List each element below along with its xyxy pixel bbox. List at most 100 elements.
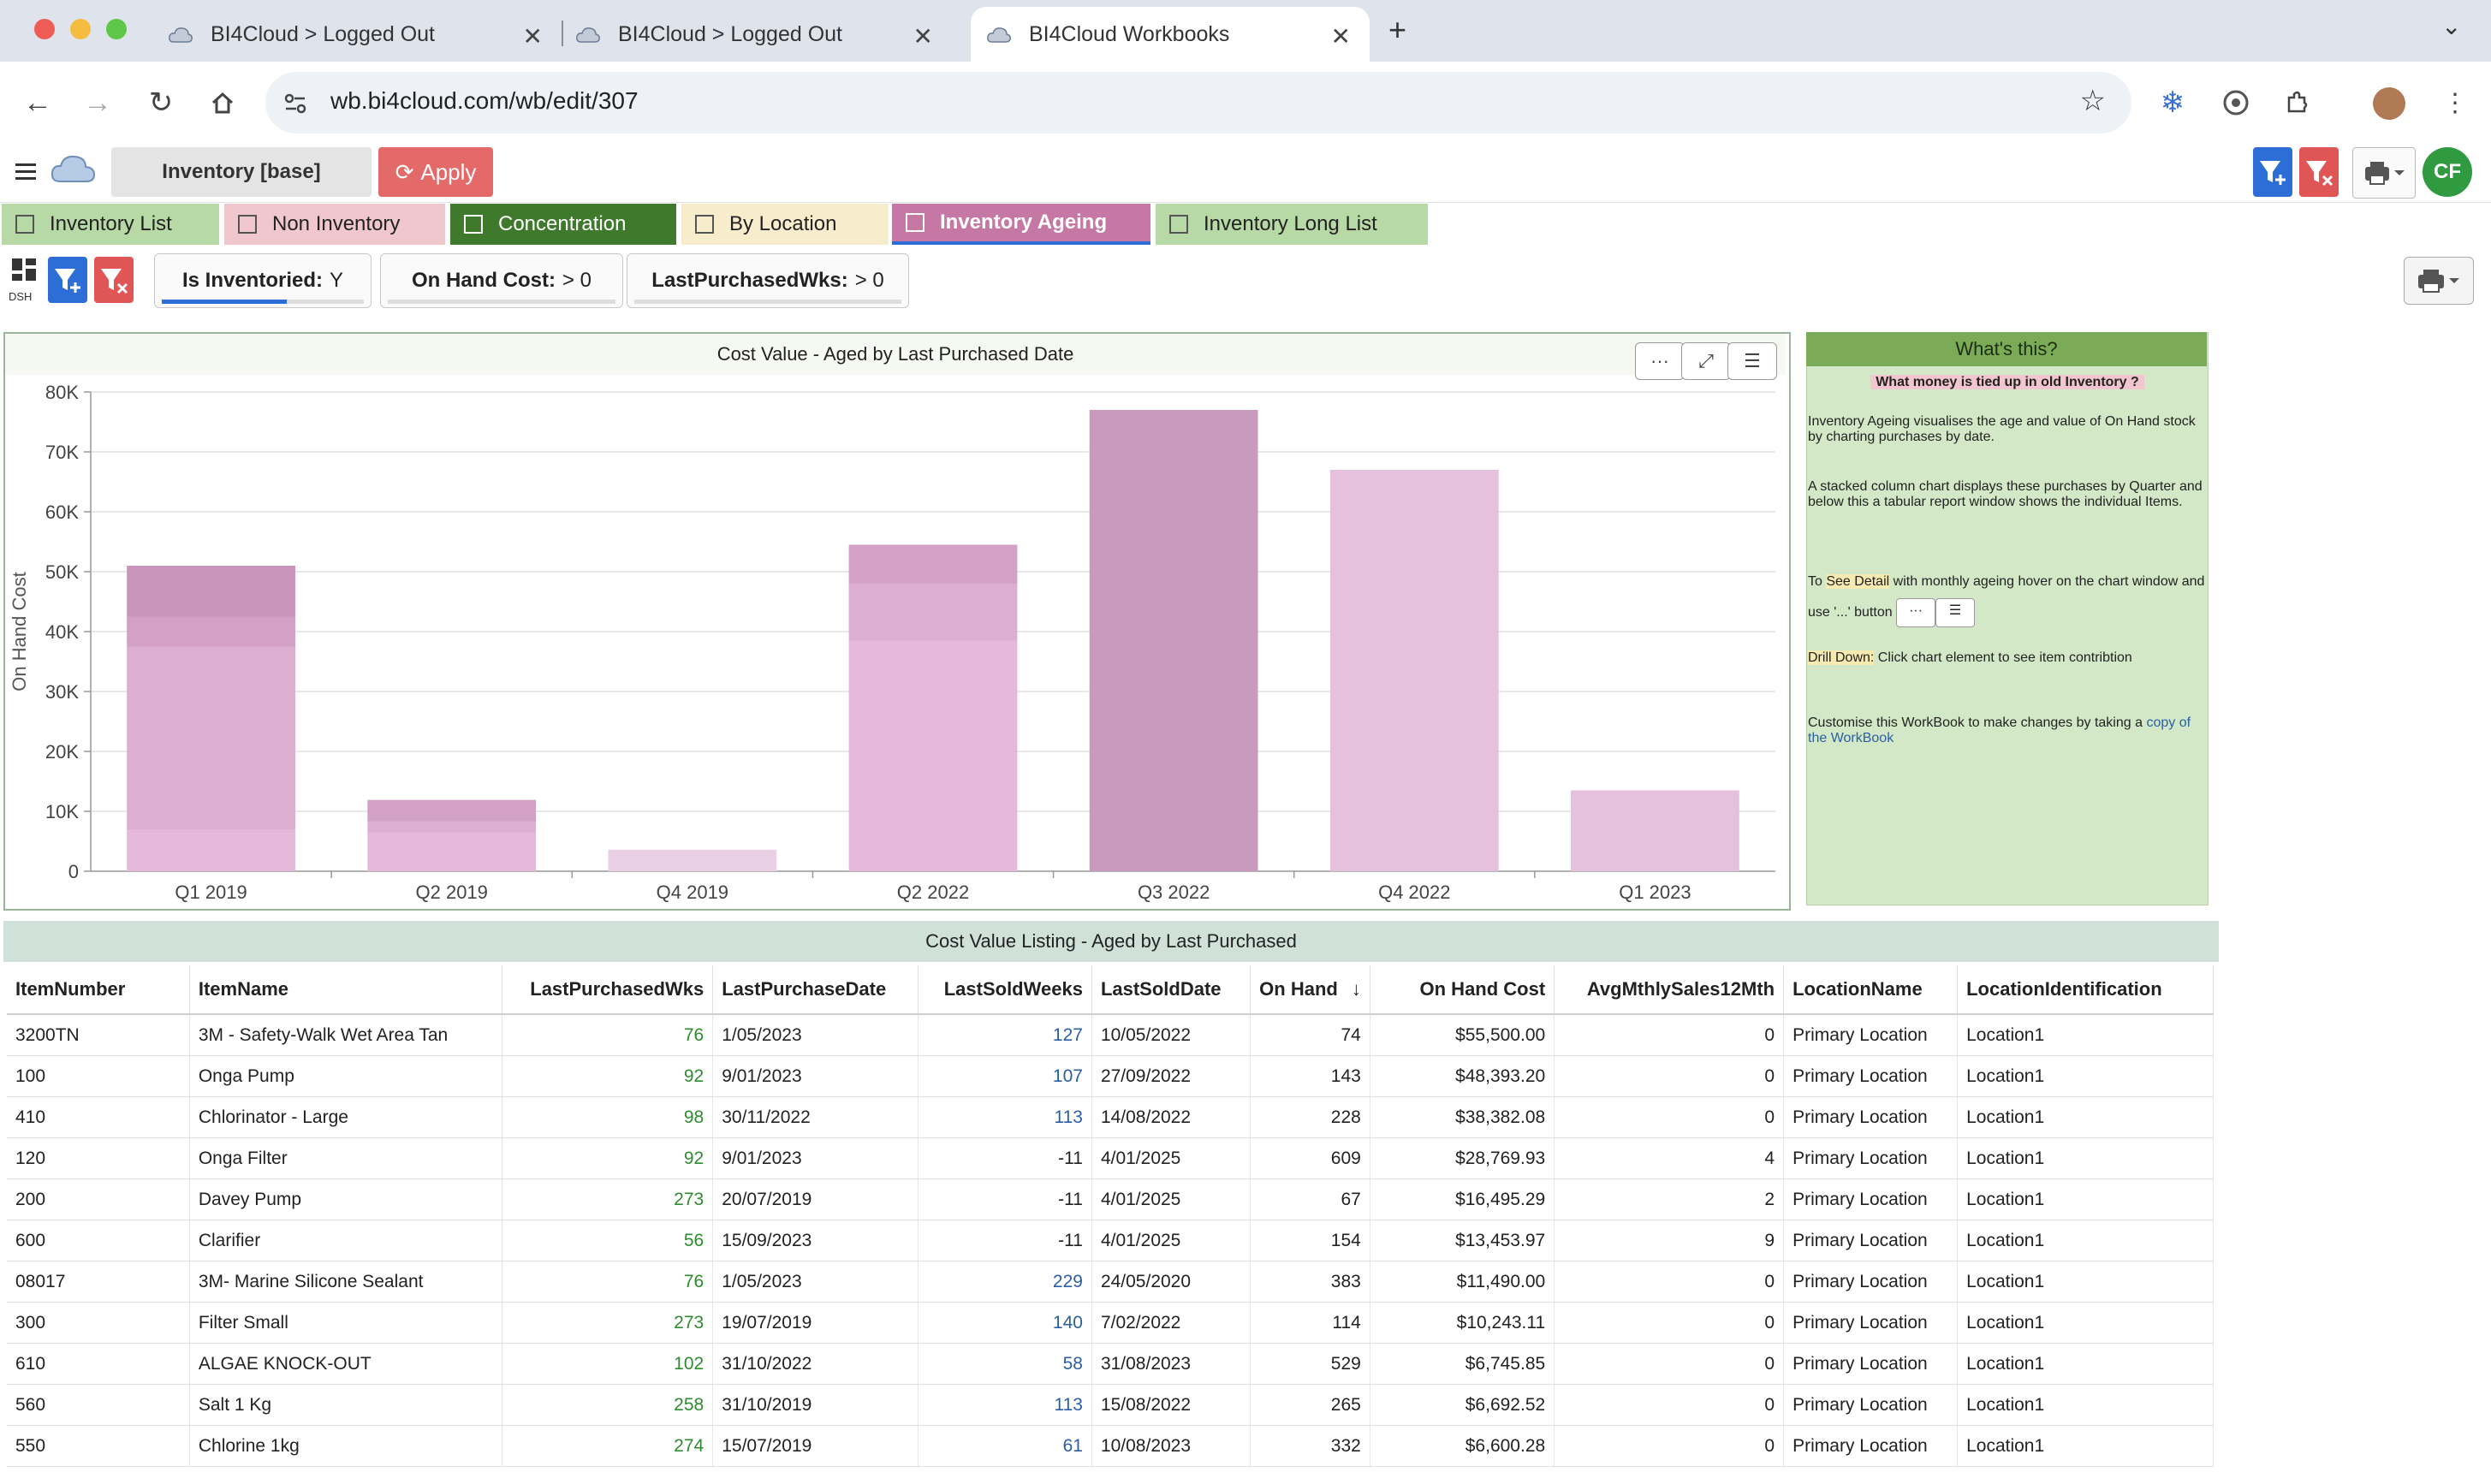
col-header[interactable]: LastSoldWeeks	[918, 965, 1092, 1015]
bookmark-star-icon[interactable]: ☆	[2080, 84, 2106, 118]
filter-last-purchased-wks[interactable]: LastPurchasedWks: > 0	[627, 253, 909, 308]
table-cell: 0	[1554, 1261, 1785, 1303]
table-cell: 560	[7, 1384, 190, 1426]
chart-bar-segment[interactable]	[127, 646, 295, 830]
chart-bar-segment[interactable]	[367, 799, 537, 822]
chart-bar-segment[interactable]	[1571, 790, 1739, 872]
clear-filter-button-2[interactable]	[94, 257, 134, 303]
table-row[interactable]: 600 Clarifier 56 15/09/2023 -11 4/01/2025 154 $…	[7, 1220, 2214, 1261]
table-row[interactable]: 410 Chlorinator - Large 98 30/11/2022 113 14/…	[7, 1096, 2214, 1138]
user-avatar[interactable]: CF	[2423, 147, 2472, 197]
chart-bar-segment[interactable]	[848, 640, 1018, 872]
profile-avatar[interactable]	[2373, 87, 2405, 120]
col-header[interactable]: LastPurchaseDate	[712, 965, 919, 1015]
add-filter-button[interactable]	[2253, 147, 2292, 197]
table-row[interactable]: 120 Onga Filter 92 9/01/2023 -11 4/01/2025 609…	[7, 1137, 2214, 1179]
close-tab-icon[interactable]: ✕	[913, 22, 933, 50]
site-settings-icon[interactable]	[282, 91, 308, 116]
col-header[interactable]: LastSoldDate	[1091, 965, 1251, 1015]
table-cell: Onga Pump	[189, 1055, 503, 1097]
table-cell: Primary Location	[1783, 1137, 1959, 1179]
browser-tab-active[interactable]: BI4Cloud Workbooks ✕	[971, 7, 1370, 62]
tab-non-inventory[interactable]: Non Inventory	[224, 204, 445, 245]
table-row[interactable]: 100 Onga Pump 92 9/01/2023 107 27/09/2022 143 $…	[7, 1055, 2214, 1097]
chart-bar-segment[interactable]	[1329, 470, 1499, 871]
workbook-name[interactable]: Inventory [base]	[111, 147, 372, 197]
close-window-icon[interactable]	[34, 19, 55, 39]
dashboard-icon	[464, 215, 483, 234]
tab-by-location[interactable]: By Location	[681, 204, 889, 245]
table-row[interactable]: 560 Salt 1 Kg 258 31/10/2019 113 15/08/2022 26…	[7, 1384, 2214, 1426]
browser-tab[interactable]: BI4Cloud > Logged Out ✕	[168, 7, 562, 62]
filter-is-inventoried[interactable]: Is Inventoried: Y	[154, 253, 372, 308]
col-header[interactable]: ItemName	[189, 965, 503, 1015]
browser-tab[interactable]: BI4Cloud > Logged Out ✕	[575, 7, 952, 62]
back-arrow-icon[interactable]: ←	[14, 79, 62, 127]
home-icon[interactable]	[199, 79, 247, 127]
table-cell: $6,745.85	[1370, 1343, 1555, 1385]
col-header[interactable]: ItemNumber	[7, 965, 190, 1015]
table-row[interactable]: 610 ALGAE KNOCK-OUT 102 31/10/2022 58 31/08/2…	[7, 1343, 2214, 1385]
tab-concentration[interactable]: Concentration	[450, 204, 676, 245]
table-row[interactable]: 550 Chlorine 1kg 274 15/07/2019 61 10/08/2023…	[7, 1425, 2214, 1467]
col-header[interactable]: On Hand ↓	[1250, 965, 1370, 1015]
bi4cloud-logo[interactable]	[50, 151, 98, 187]
y-tick-label: 10K	[45, 801, 79, 822]
chart-bar-segment[interactable]	[367, 821, 537, 833]
dashboard-button[interactable]: DSH	[9, 255, 39, 308]
reload-icon[interactable]: ↻	[137, 79, 185, 127]
minimize-window-icon[interactable]	[70, 19, 91, 39]
location-chart-icon	[695, 215, 714, 234]
inventory-ageing-chart[interactable]: 0 10K 20K 30K 40K 50K 60K 70K 80K On Hand Cost Q1 …	[5, 375, 1786, 905]
chart-bar-segment[interactable]	[127, 616, 295, 647]
forward-arrow-icon[interactable]: →	[74, 79, 122, 127]
apply-label: Apply	[420, 158, 477, 185]
chart-bar-segment[interactable]	[127, 829, 295, 871]
close-tab-icon[interactable]: ✕	[523, 22, 543, 50]
filter-on-hand-cost[interactable]: On Hand Cost: > 0	[380, 253, 623, 308]
clear-filter-button[interactable]	[2299, 147, 2339, 197]
extension-shield-icon[interactable]	[2212, 79, 2260, 127]
table-row[interactable]: 300 Filter Small 273 19/07/2019 140 7/02/2022…	[7, 1302, 2214, 1344]
table-row[interactable]: 08017 3M- Marine Silicone Sealant 76 1/05/2…	[7, 1261, 2214, 1303]
tab-inventory-long-list[interactable]: Inventory Long List	[1156, 204, 1428, 245]
table-row[interactable]: 3200TN 3M - Safety-Walk Wet Area Tan 76 1/0…	[7, 1014, 2214, 1056]
table-row[interactable]: 200 Davey Pump 273 20/07/2019 -11 4/01/2025 67…	[7, 1178, 2214, 1220]
close-tab-icon[interactable]: ✕	[1331, 22, 1351, 50]
tab-inventory-ageing[interactable]: Inventory Ageing	[892, 204, 1150, 245]
chart-bar-segment[interactable]	[848, 544, 1018, 585]
table-cell: 114	[1250, 1302, 1370, 1344]
col-header[interactable]: LocationName	[1783, 965, 1959, 1015]
address-bar[interactable]: wb.bi4cloud.com/wb/edit/307 ☆	[265, 72, 2131, 134]
tab-inventory-list[interactable]: Inventory List	[2, 204, 219, 245]
tab-search-chevron-icon[interactable]: ⌄	[2441, 12, 2461, 40]
col-header[interactable]: On Hand Cost	[1370, 965, 1555, 1015]
chart-bar-segment[interactable]	[848, 584, 1018, 641]
table-cell: 3200TN	[7, 1014, 190, 1056]
extension-snowflake-icon[interactable]: ❄	[2149, 79, 2197, 127]
col-header[interactable]: AvgMthlySales12Mth	[1554, 965, 1785, 1015]
chart-bar-segment[interactable]	[367, 832, 537, 872]
print-menu-button[interactable]	[2352, 147, 2416, 199]
col-header[interactable]: LocationIdentification	[1957, 965, 2214, 1015]
table-cell: 1/05/2023	[712, 1261, 919, 1303]
maximize-window-icon[interactable]	[106, 19, 127, 39]
printer-icon	[2418, 270, 2459, 293]
table-cell: Primary Location	[1783, 1178, 1959, 1220]
sort-down-arrow-icon[interactable]: ↓	[1352, 978, 1361, 1000]
chart-bar-segment[interactable]	[127, 566, 295, 617]
url-text[interactable]: wb.bi4cloud.com/wb/edit/307	[330, 87, 639, 115]
hamburger-menu-icon[interactable]	[12, 157, 39, 189]
chart-bar-segment[interactable]	[1089, 410, 1258, 871]
table-cell: 08017	[7, 1261, 190, 1303]
add-filter-button-2[interactable]	[48, 257, 87, 303]
col-header[interactable]: LastPurchasedWks	[502, 965, 714, 1015]
sheet-print-button[interactable]	[2404, 257, 2474, 305]
table-cell: 92	[502, 1055, 714, 1097]
extensions-puzzle-icon[interactable]	[2274, 79, 2322, 127]
apply-button[interactable]: ⟳ Apply	[378, 147, 493, 197]
browser-menu-icon[interactable]: ⋮	[2431, 79, 2479, 127]
tab-divider	[562, 21, 563, 46]
chart-bar-segment[interactable]	[608, 849, 777, 871]
new-tab-icon[interactable]: +	[1388, 12, 1406, 48]
